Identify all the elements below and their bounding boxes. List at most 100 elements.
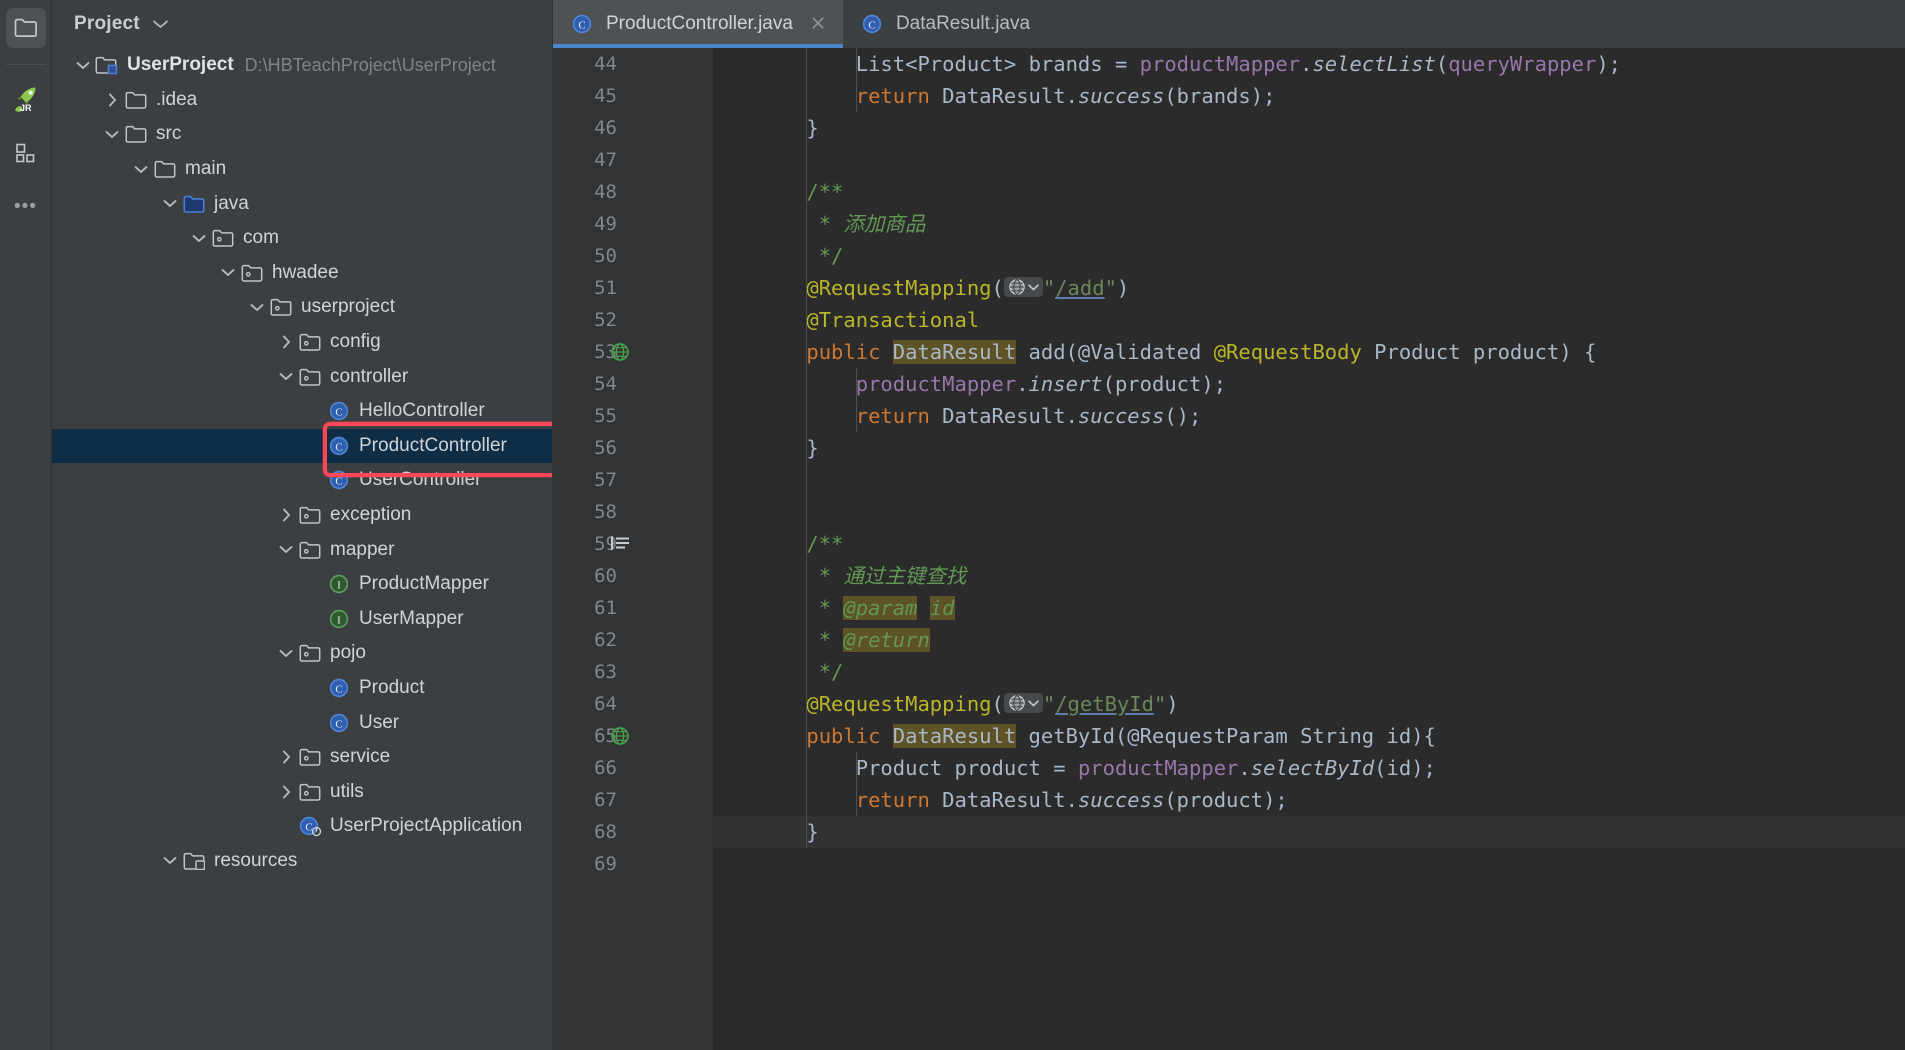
web-endpoint-globe-icon[interactable] <box>1003 277 1043 297</box>
tree-item-src[interactable]: src <box>52 117 552 152</box>
code-line[interactable] <box>713 464 1905 496</box>
code-line[interactable]: * 通过主键查找 <box>713 560 1905 592</box>
code-line[interactable]: return DataResult.success(); <box>713 400 1905 432</box>
chevron-down-icon[interactable] <box>152 17 169 32</box>
code-line[interactable] <box>713 144 1905 176</box>
tree-item-pojo[interactable]: pojo <box>52 636 552 671</box>
tree-item-usermapper[interactable]: I UserMapper <box>52 602 552 637</box>
tree-item-exception[interactable]: exception <box>52 498 552 533</box>
svg-text:C: C <box>335 441 342 453</box>
tree-toggle-arrow[interactable] <box>246 302 268 313</box>
svg-text:C: C <box>305 822 312 834</box>
project-panel-header[interactable]: Project <box>52 0 552 48</box>
tree-toggle-arrow[interactable] <box>101 92 123 108</box>
tree-item-label: UserProjectApplication <box>330 815 523 837</box>
code-line[interactable]: Product product = productMapper.selectBy… <box>713 752 1905 784</box>
code-line[interactable]: return DataResult.success(brands); <box>713 80 1905 112</box>
line-number: 55 <box>594 405 617 427</box>
line-number: 45 <box>594 85 617 107</box>
tree-toggle-arrow[interactable] <box>130 164 152 175</box>
javadoc-format-gutter-icon[interactable] <box>609 533 631 557</box>
chevron-down-icon <box>250 304 264 312</box>
code-line[interactable]: /** <box>713 176 1905 208</box>
editor-tab-productcontroller-java[interactable]: C ProductController.java <box>553 0 843 48</box>
tree-item-main[interactable]: main <box>52 152 552 187</box>
editor-gutter[interactable]: 44 45 46 47 48 49 50 51 52 53 54 55 56 57 58 59 60 61 62 63… <box>553 48 713 1050</box>
tree-item-service[interactable]: service <box>52 740 552 775</box>
svg-text:C: C <box>335 476 342 488</box>
tree-item-resources[interactable]: resources <box>52 844 552 879</box>
tree-item-userproject[interactable]: UserProject D:\HBTeachProject\UserProject <box>52 48 552 83</box>
more-tool-windows-icon[interactable]: ••• <box>6 187 46 227</box>
tree-item-java[interactable]: java <box>52 186 552 221</box>
tree-item-com[interactable]: com <box>52 221 552 256</box>
tree-toggle-arrow[interactable] <box>275 334 297 350</box>
code-line[interactable]: * @param id <box>713 592 1905 624</box>
code-line[interactable]: return DataResult.success(product); <box>713 784 1905 816</box>
tab-close-icon[interactable] <box>809 14 827 35</box>
tree-item-hwadee[interactable]: hwadee <box>52 256 552 291</box>
code-content[interactable]: List<Product> brands = productMapper.sel… <box>713 48 1905 1050</box>
editor-tab-dataresult-java[interactable]: C DataResult.java <box>843 0 1046 48</box>
code-line[interactable]: public DataResult getById(@RequestParam … <box>713 720 1905 752</box>
code-editor[interactable]: 44 45 46 47 48 49 50 51 52 53 54 55 56 57 58 59 60 61 62 63… <box>553 48 1905 1050</box>
code-line[interactable]: * 添加商品 <box>713 208 1905 240</box>
tree-item-mapper[interactable]: mapper <box>52 532 552 567</box>
code-line[interactable]: public DataResult add(@Validated @Reques… <box>713 336 1905 368</box>
folder-icon <box>154 160 176 178</box>
tree-toggle-arrow[interactable] <box>101 129 123 140</box>
code-line[interactable]: */ <box>713 240 1905 272</box>
tree-toggle-arrow[interactable] <box>275 544 297 555</box>
code-line[interactable]: List<Product> brands = productMapper.sel… <box>713 48 1905 80</box>
ide-window: JR ••• Project UserProject D:\HBTeachProj… <box>0 0 1905 1050</box>
editor-tab-bar[interactable]: C ProductController.java C DataResult.java <box>553 0 1905 48</box>
package-icon <box>239 264 265 282</box>
tree-toggle-arrow[interactable] <box>275 507 297 523</box>
tree-item-userprojectapplication[interactable]: C UserProjectApplication <box>52 809 552 844</box>
tree-item-productmapper[interactable]: I ProductMapper <box>52 567 552 602</box>
tree-toggle-arrow[interactable] <box>275 784 297 800</box>
project-tree[interactable]: UserProject D:\HBTeachProject\UserProject… <box>52 48 552 878</box>
tree-toggle-arrow[interactable] <box>275 648 297 659</box>
tree-item-productcontroller[interactable]: C ProductController <box>52 428 552 464</box>
code-line[interactable]: /** <box>713 528 1905 560</box>
code-line[interactable] <box>713 496 1905 528</box>
tree-item-config[interactable]: config <box>52 325 552 360</box>
tree-item-usercontroller[interactable]: C UserController <box>52 463 552 498</box>
tree-item--idea[interactable]: .idea <box>52 83 552 118</box>
code-line[interactable]: @RequestMapping("/add") <box>713 272 1905 304</box>
tree-toggle-arrow[interactable] <box>72 60 94 71</box>
code-line[interactable]: productMapper.insert(product); <box>713 368 1905 400</box>
jrebel-icon[interactable]: JR <box>6 79 46 119</box>
tree-toggle-arrow[interactable] <box>188 233 210 244</box>
tree-item-user[interactable]: C User <box>52 705 552 740</box>
tree-item-utils[interactable]: utils <box>52 774 552 809</box>
code-line[interactable]: } <box>713 816 1905 848</box>
chevron-down-icon <box>192 234 206 243</box>
tree-item-hellocontroller[interactable]: C HelloController <box>52 394 552 429</box>
tree-toggle-arrow[interactable] <box>275 749 297 765</box>
code-line[interactable]: @RequestMapping("/getById") <box>713 688 1905 720</box>
spring-web-bean-gutter-icon[interactable] <box>609 725 631 751</box>
project-tool-window-icon[interactable] <box>5 8 46 48</box>
package-icon <box>297 748 323 766</box>
code-line[interactable] <box>713 848 1905 880</box>
tree-toggle-arrow[interactable] <box>275 371 297 382</box>
code-line[interactable]: } <box>713 432 1905 464</box>
tree-toggle-arrow[interactable] <box>217 267 239 278</box>
structure-icon[interactable] <box>6 133 46 173</box>
tree-item-userproject[interactable]: userproject <box>52 290 552 325</box>
code-line[interactable]: */ <box>713 656 1905 688</box>
tree-toggle-arrow[interactable] <box>159 198 181 209</box>
code-line[interactable]: @Transactional <box>713 304 1905 336</box>
java-class-icon: C <box>862 14 882 34</box>
folder-icon <box>123 125 149 144</box>
java-interface-icon: I <box>326 608 352 630</box>
web-endpoint-globe-icon[interactable] <box>1003 693 1043 713</box>
tree-item-product[interactable]: C Product <box>52 671 552 706</box>
tree-toggle-arrow[interactable] <box>159 855 181 866</box>
tree-item-controller[interactable]: controller <box>52 359 552 394</box>
spring-web-bean-gutter-icon[interactable] <box>609 341 631 367</box>
code-line[interactable]: * @return <box>713 624 1905 656</box>
code-line[interactable]: } <box>713 112 1905 144</box>
